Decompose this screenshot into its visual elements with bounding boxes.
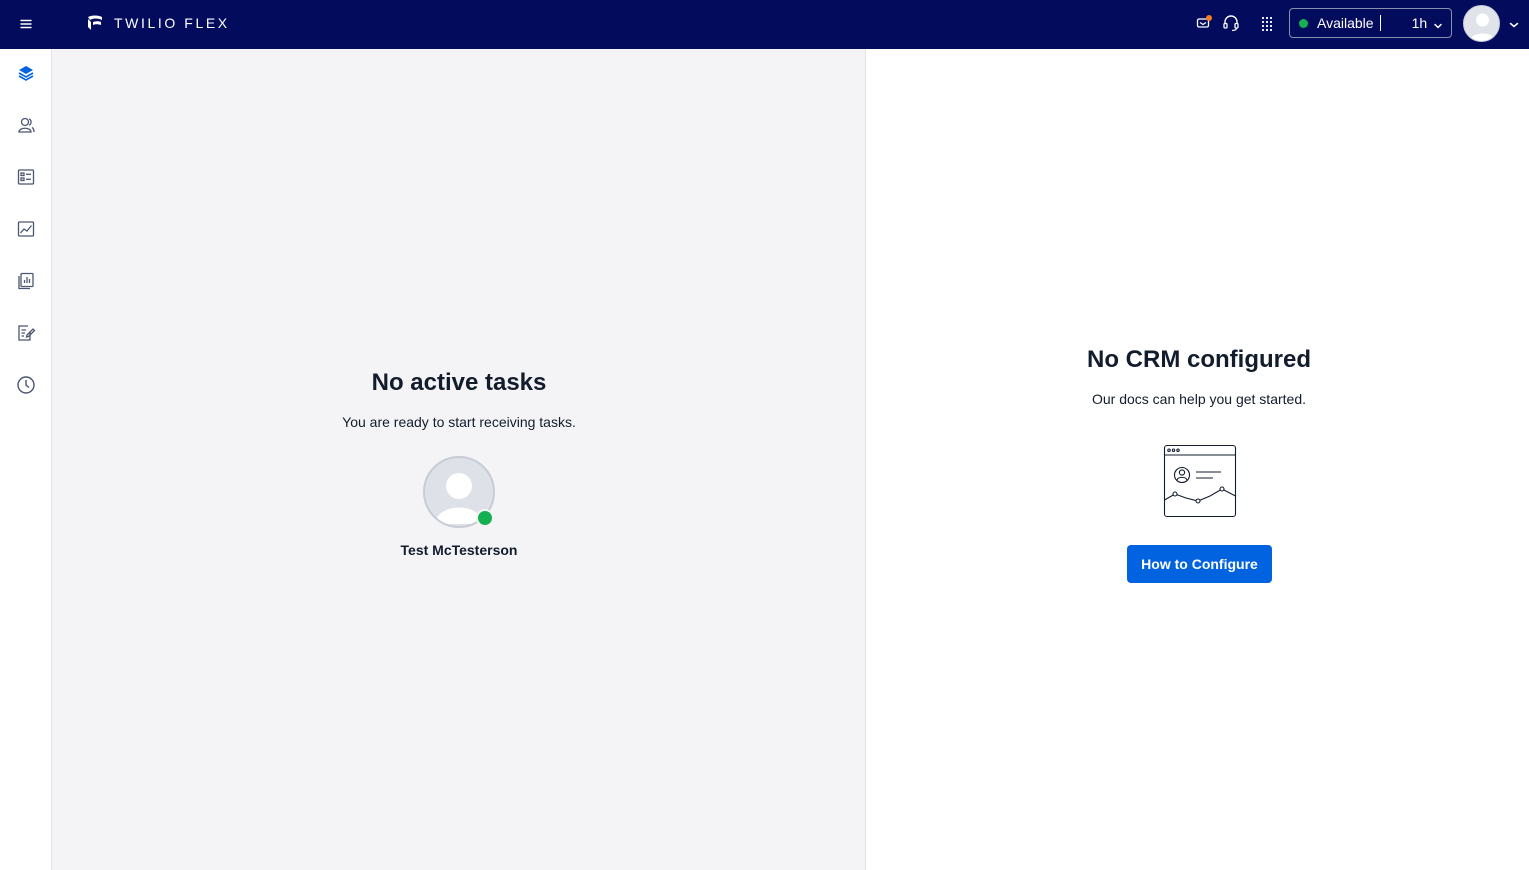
chart-icon [16,219,36,244]
status-label: Available [1317,15,1374,31]
clock-icon [16,375,36,400]
status-divider [1379,15,1381,31]
crm-illustration-icon [1163,444,1237,518]
sidebar-item-teams[interactable] [14,115,38,139]
crm-title: No CRM configured [1087,346,1311,373]
sidebar-item-insights[interactable] [14,219,38,243]
sidebar-item-agent-desktop[interactable] [14,63,38,87]
task-list-panel: No active tasks You are ready to start r… [52,49,866,870]
sidebar-item-queues-stats[interactable] [14,167,38,191]
no-tasks-subtitle: You are ready to start receiving tasks. [342,414,576,430]
user-avatar[interactable] [1463,5,1500,42]
sidebar-item-reports[interactable] [14,271,38,295]
headset-icon[interactable] [1221,13,1241,33]
brand-name: TWILIO FLEX [114,15,230,31]
activity-status-selector[interactable]: Available 1h [1289,8,1452,38]
crm-panel: No CRM configured Our docs can help you … [867,49,1529,870]
list-card-icon [16,167,36,192]
chevron-down-icon [1433,18,1443,29]
hamburger-menu-icon[interactable] [18,16,34,32]
crm-subtitle: Our docs can help you get started. [1091,391,1306,407]
status-duration: 1h [1411,15,1428,31]
status-available-dot [1299,18,1308,28]
sidebar-item-history[interactable] [14,375,38,399]
users-icon [16,115,36,140]
report-icon [16,271,36,296]
edit-document-icon [16,323,36,348]
layers-icon [16,63,36,88]
twilio-flex-logo-icon [86,14,104,32]
user-menu-chevron-down-icon[interactable] [1508,18,1520,30]
brand: TWILIO FLEX [86,13,230,33]
how-to-configure-button[interactable]: How to Configure [1127,545,1272,583]
notification-icon[interactable] [1194,13,1214,33]
agent-name: Test McTesterson [400,542,518,558]
sidebar-nav [0,49,52,870]
agent-available-status-dot [476,509,494,527]
apps-grid-icon[interactable] [1257,13,1277,33]
top-bar: TWILIO FLEX Available 1h [0,0,1529,49]
sidebar-item-quality[interactable] [14,323,38,347]
no-tasks-title: No active tasks [371,369,547,396]
